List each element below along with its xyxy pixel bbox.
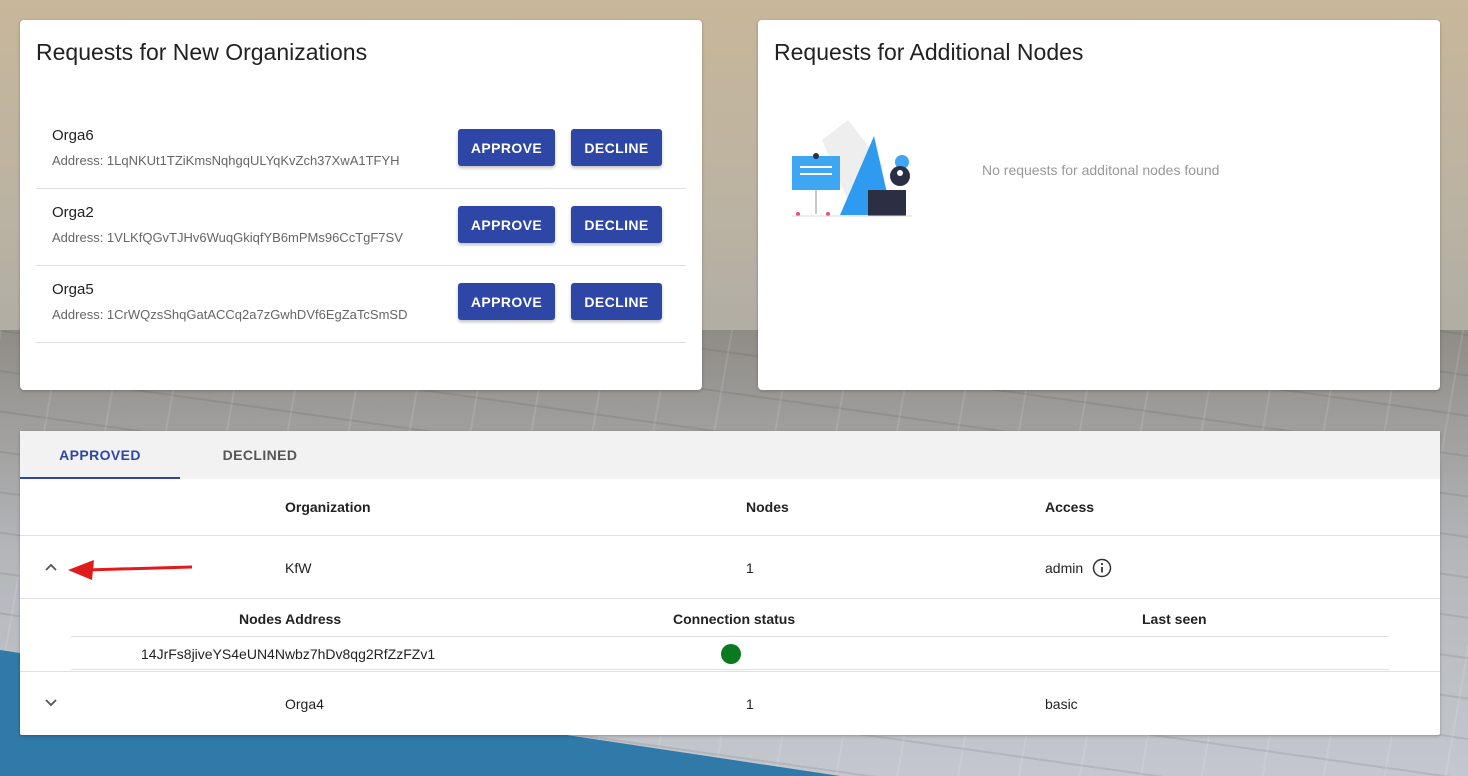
access-cell: basic (1045, 696, 1078, 712)
subcolumn-header-address: Nodes Address (239, 611, 342, 627)
tab-declined[interactable]: DECLINED (180, 431, 340, 479)
access-cell: admin (1045, 560, 1084, 576)
column-header-nodes[interactable]: Nodes (746, 499, 789, 515)
approve-button[interactable]: APPROVE (458, 283, 555, 320)
divider (20, 671, 1440, 672)
divider (71, 669, 1389, 670)
org-address: Address: 1CrWQzsShqGatACCq2a7zGwhDVf6EgZ… (52, 307, 408, 322)
org-address: Address: 1VLKfQGvTJHv6WuqGkiqfYB6mPMs96C… (52, 230, 403, 245)
card-title: Requests for Additional Nodes (774, 39, 1084, 65)
approve-button[interactable]: APPROVE (458, 206, 555, 243)
chevron-up-icon[interactable] (44, 560, 58, 574)
subcolumn-header-last-seen: Last seen (1142, 611, 1207, 627)
list-item: Orga2 Address: 1VLKfQGvTJHv6WuqGkiqfYB6m… (36, 189, 686, 266)
org-address: Address: 1LqNKUt1TZiKmsNqhgqULYqKvZch37X… (52, 153, 400, 168)
organization-cell: Orga4 (285, 696, 324, 712)
org-name: Orga5 (52, 281, 94, 298)
org-name: Orga6 (52, 127, 94, 144)
connection-status-indicator (721, 644, 741, 664)
chevron-down-icon[interactable] (44, 696, 58, 710)
list-item: Orga5 Address: 1CrWQzsShqGatACCq2a7zGwhD… (36, 266, 686, 343)
card-title: Requests for New Organizations (36, 39, 368, 65)
organization-cell: KfW (285, 560, 312, 576)
list-item: Orga6 Address: 1LqNKUt1TZiKmsNqhgqULYqKv… (36, 112, 686, 189)
empty-state-illustration (792, 120, 912, 217)
divider (71, 636, 1389, 637)
column-header-access[interactable]: Access (1045, 499, 1094, 515)
nodes-cell: 1 (746, 696, 754, 712)
column-header-organization[interactable]: Organization (285, 499, 371, 515)
info-icon[interactable] (1092, 558, 1112, 578)
new-organizations-card: Requests for New Organizations Orga6 Add… (20, 20, 702, 390)
additional-nodes-card: Requests for Additional Nodes No request… (758, 20, 1440, 390)
divider (20, 598, 1440, 599)
request-list: Orga6 Address: 1LqNKUt1TZiKmsNqhgqULYqKv… (36, 112, 686, 343)
tab-bar: APPROVED DECLINED (20, 431, 1440, 479)
approve-button[interactable]: APPROVE (458, 129, 555, 166)
annotation-arrow-icon (68, 560, 193, 580)
org-name: Orga2 (52, 204, 94, 221)
nodes-cell: 1 (746, 560, 754, 576)
tab-approved[interactable]: APPROVED (20, 431, 180, 479)
approved-organizations-panel: APPROVED DECLINED Organization Nodes Acc… (20, 431, 1440, 735)
divider (20, 535, 1440, 536)
decline-button[interactable]: DECLINE (571, 283, 662, 320)
decline-button[interactable]: DECLINE (571, 206, 662, 243)
subcolumn-header-status: Connection status (673, 611, 796, 627)
decline-button[interactable]: DECLINE (571, 129, 662, 166)
node-address-cell: 14JrFs8jiveYS4eUN4Nwbz7hDv8qg2RfZzFZv1 (141, 646, 436, 662)
empty-message: No requests for additonal nodes found (982, 162, 1220, 178)
